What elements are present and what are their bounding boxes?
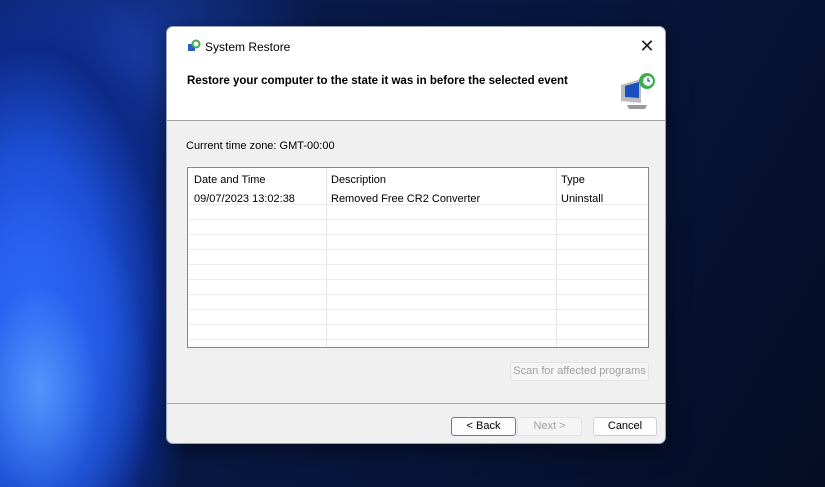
row-divider xyxy=(188,309,648,310)
row-divider xyxy=(188,324,648,325)
sort-arrow-icon: ⌄ xyxy=(254,174,261,183)
row-divider xyxy=(188,264,648,265)
cell-type: Uninstall xyxy=(561,193,604,205)
close-icon[interactable]: ✕ xyxy=(635,35,659,59)
column-divider xyxy=(326,168,327,347)
row-divider xyxy=(188,219,648,220)
system-restore-icon xyxy=(188,39,201,51)
row-divider xyxy=(188,234,648,235)
back-button[interactable]: < Back xyxy=(451,417,516,436)
row-divider xyxy=(188,294,648,295)
timezone-label: Current time zone: GMT-00:00 xyxy=(186,140,335,152)
cell-date: 09/07/2023 13:02:38 xyxy=(194,193,295,205)
table-header: Date and Time ⌄ Description Type xyxy=(188,168,648,189)
next-button[interactable]: Next > xyxy=(517,417,582,436)
footer-divider xyxy=(167,403,665,404)
scan-affected-programs-button[interactable]: Scan for affected programs xyxy=(510,362,649,381)
row-divider xyxy=(188,249,648,250)
dialog-header: System Restore ✕ Restore your computer t… xyxy=(167,27,665,121)
page-heading: Restore your computer to the state it wa… xyxy=(187,75,568,87)
row-divider xyxy=(188,339,648,340)
window-title: System Restore xyxy=(205,40,291,54)
restore-points-table[interactable]: Date and Time ⌄ Description Type 09/07/2… xyxy=(187,167,649,348)
cell-description: Removed Free CR2 Converter xyxy=(331,193,481,205)
row-divider xyxy=(188,279,648,280)
column-header-type[interactable]: Type xyxy=(561,174,585,186)
system-restore-dialog: System Restore ✕ Restore your computer t… xyxy=(166,26,666,444)
column-divider xyxy=(556,168,557,347)
cancel-button[interactable]: Cancel xyxy=(593,417,657,436)
restore-computer-icon xyxy=(621,73,655,109)
column-header-description[interactable]: Description xyxy=(331,174,386,186)
